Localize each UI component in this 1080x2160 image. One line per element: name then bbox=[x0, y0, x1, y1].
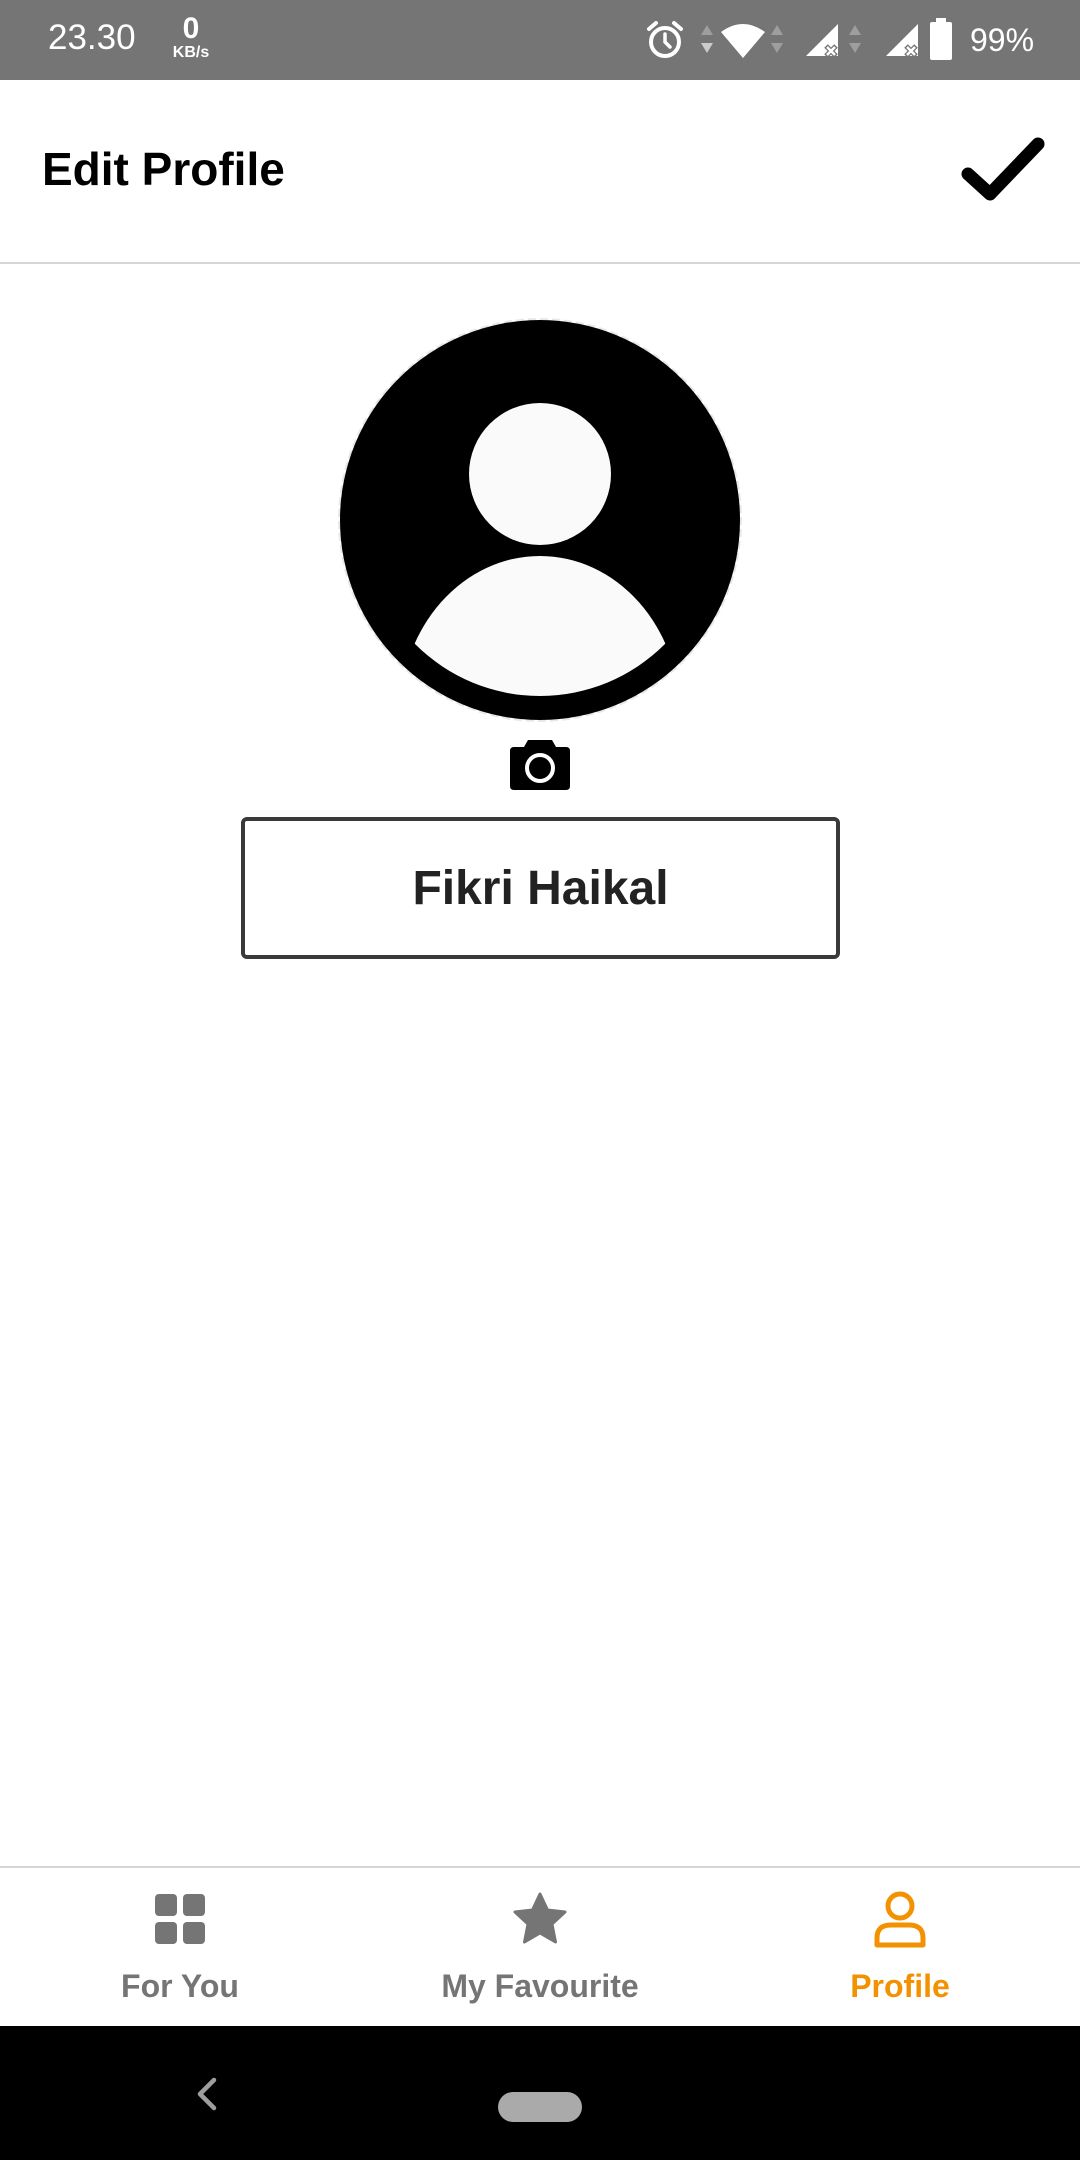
star-icon bbox=[513, 1892, 567, 1944]
name-field[interactable]: Fikri Haikal bbox=[241, 817, 840, 959]
network-speed-value: 0 bbox=[182, 12, 200, 45]
person-icon bbox=[874, 1891, 926, 1948]
page-title: Edit Profile bbox=[42, 143, 285, 195]
save-button[interactable] bbox=[960, 132, 1046, 212]
nav-label-profile: Profile bbox=[850, 1968, 950, 2004]
edit-profile-screen: 23.30 0 KB/s 99% Edit Profile Fikri Haik… bbox=[0, 0, 1080, 2160]
network-speed: 0 KB/s bbox=[165, 14, 217, 61]
avatar[interactable] bbox=[338, 318, 742, 722]
nav-item-for-you[interactable]: For You bbox=[0, 1868, 360, 2018]
app-header: Edit Profile bbox=[0, 80, 1080, 264]
grid-icon bbox=[155, 1894, 205, 1944]
signal-icon bbox=[886, 24, 918, 58]
status-time: 23.30 bbox=[48, 18, 136, 57]
network-speed-unit: KB/s bbox=[172, 44, 210, 61]
back-icon[interactable] bbox=[194, 2076, 220, 2112]
user-avatar-icon bbox=[340, 320, 740, 720]
status-bar: 23.30 0 KB/s 99% bbox=[0, 0, 1080, 80]
home-button[interactable] bbox=[498, 2092, 582, 2122]
battery-percent: 99% bbox=[970, 22, 1035, 58]
checkmark-icon bbox=[961, 137, 1045, 201]
bottom-navigation: For You My Favourite Profile bbox=[0, 1866, 1080, 2026]
change-photo-button[interactable] bbox=[508, 736, 572, 792]
signal-icon bbox=[806, 24, 838, 58]
system-navigation-bar bbox=[0, 2026, 1080, 2160]
wifi-icon bbox=[721, 24, 765, 58]
nav-item-my-favourite[interactable]: My Favourite bbox=[360, 1868, 720, 2018]
nav-item-profile[interactable]: Profile bbox=[720, 1868, 1080, 2018]
nav-label-for-you: For You bbox=[121, 1968, 239, 2004]
battery-icon bbox=[930, 18, 952, 60]
alarm-icon bbox=[647, 21, 683, 58]
nav-label-my-favourite: My Favourite bbox=[441, 1968, 639, 2004]
data-activity-icon bbox=[849, 25, 861, 53]
camera-icon bbox=[510, 740, 570, 790]
data-activity-icon bbox=[771, 25, 783, 53]
data-activity-icon bbox=[701, 25, 713, 53]
